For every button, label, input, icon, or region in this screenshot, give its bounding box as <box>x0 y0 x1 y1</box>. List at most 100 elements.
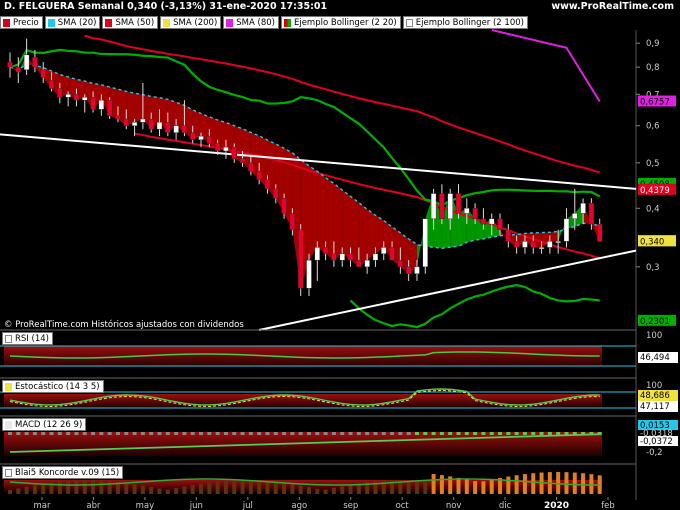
candle-body <box>389 247 395 261</box>
macd-histogram-bar <box>140 432 145 435</box>
macd-histogram-bar <box>398 432 403 435</box>
macd-histogram-bar <box>107 432 112 435</box>
candle-body <box>298 229 304 289</box>
stoch-label[interactable]: Estocástico (14 3 5) <box>2 380 104 393</box>
macd-histogram-bar <box>498 432 503 435</box>
candle-body <box>588 203 595 225</box>
candle-body <box>281 198 287 214</box>
koncorde-bar <box>149 486 154 494</box>
koncorde-bar <box>298 485 303 494</box>
candle-body <box>364 259 370 268</box>
macd-histogram-bar <box>340 432 345 435</box>
macd-histogram-bar <box>373 432 378 435</box>
macd-histogram-bar <box>456 432 461 435</box>
x-tick-label: 2020 <box>544 501 569 510</box>
candle-body <box>198 135 204 140</box>
x-tick-label: feb <box>601 501 615 510</box>
bollinger-fill-segment <box>309 165 318 261</box>
candle-body <box>538 247 545 250</box>
koncorde-bar <box>232 480 237 494</box>
koncorde-bar <box>290 484 295 494</box>
x-tick-label: ago <box>291 501 307 510</box>
macd-histogram-bar <box>248 432 253 435</box>
candle-body <box>223 146 229 152</box>
candle-body <box>140 118 146 123</box>
bollinger-fill-segment <box>549 231 559 242</box>
bollinger-fill-segment <box>367 209 376 261</box>
candle-body <box>131 122 138 126</box>
macd-histogram-bar <box>240 432 245 435</box>
koncorde-bar <box>431 474 436 494</box>
bollinger-fill-segment <box>358 202 368 267</box>
koncorde-bar <box>348 484 353 494</box>
bollinger-fill-segment <box>317 171 326 254</box>
macd-histogram-bar <box>16 432 21 435</box>
macd-histogram-bar <box>91 432 96 435</box>
koncorde-bar <box>124 482 129 494</box>
candle-body <box>190 132 196 140</box>
macd-histogram-bar <box>57 432 62 435</box>
y-tick-label: 0,6 <box>646 122 660 132</box>
candle-body <box>273 188 279 199</box>
candle-body <box>414 266 420 274</box>
candle-body <box>472 208 478 219</box>
macd-histogram-bar <box>365 432 370 435</box>
macd-histogram-bar <box>315 432 320 435</box>
candle-body <box>256 170 262 181</box>
candle-body <box>7 61 13 68</box>
candle-body <box>347 253 354 261</box>
candle-body <box>489 218 495 225</box>
candle-body <box>447 193 453 219</box>
candle-body <box>530 241 536 248</box>
candle-body <box>505 229 512 242</box>
macd-histogram-bar <box>174 432 179 435</box>
legend-swatch <box>5 468 12 477</box>
macd-histogram-bar <box>149 432 154 435</box>
macd-histogram-bar <box>199 432 204 435</box>
koncorde-bar <box>514 475 519 494</box>
candle-body <box>57 88 63 98</box>
macd-histogram-bar <box>348 432 353 435</box>
candle-body <box>314 247 320 261</box>
candle-body <box>206 135 213 144</box>
koncorde-bar <box>340 486 345 494</box>
candle-body <box>181 125 188 133</box>
macd-histogram-bar <box>414 432 419 435</box>
legend-swatch <box>5 334 12 343</box>
macd-histogram-bar <box>356 432 361 435</box>
chart-canvas[interactable]: 0,90,80,70,60,50,40,30,67570,45080,43790… <box>0 0 680 510</box>
candle-body <box>381 247 387 254</box>
koncorde-bar <box>481 481 486 494</box>
candle-body <box>430 193 437 219</box>
macd-histogram-bar <box>506 432 511 435</box>
koncorde-bar <box>423 481 428 494</box>
value-tag-label: 0,2301 <box>640 317 670 327</box>
koncorde-bar <box>82 480 87 494</box>
macd-histogram-bar <box>32 432 37 435</box>
koncorde-bar <box>165 489 170 494</box>
x-tick-label: abr <box>86 501 101 510</box>
koncorde-bar <box>215 481 220 494</box>
rsi-label[interactable]: RSI (14) <box>2 332 53 345</box>
stoch-value1: 48,686 <box>640 391 670 401</box>
koncorde-bar <box>207 482 212 494</box>
candle-body <box>48 80 55 89</box>
koncorde-bar <box>8 490 12 494</box>
candle-body <box>405 266 412 274</box>
macd-histogram-bar <box>24 432 29 435</box>
candle-body <box>40 69 46 78</box>
candle-body <box>331 253 337 261</box>
candle-body <box>464 208 470 214</box>
y-tick-label: 0,3 <box>646 263 660 273</box>
blai-label[interactable]: Blai5 Koncorde v.09 (15) <box>2 466 124 479</box>
macd-histogram-bar <box>282 432 287 435</box>
macd-label[interactable]: MACD (12 26 9) <box>2 418 87 431</box>
bollinger-fill-segment <box>134 93 143 123</box>
koncorde-bar <box>531 473 536 494</box>
koncorde-bar <box>522 474 527 494</box>
candle-body <box>597 223 603 242</box>
candle-body <box>32 56 38 68</box>
candle-body <box>90 97 96 110</box>
koncorde-bar <box>282 482 287 494</box>
macd-histogram-bar <box>124 432 129 435</box>
